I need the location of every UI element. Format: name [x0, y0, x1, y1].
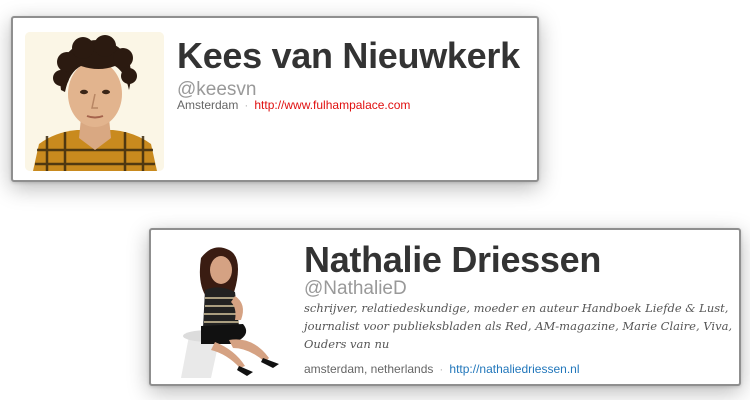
avatar[interactable] — [161, 240, 296, 378]
profile-card-nathalie: Nathalie Driessen @NathalieD schrijver, … — [149, 228, 741, 386]
profile-name: Nathalie Driessen — [304, 239, 602, 280]
avatar[interactable] — [25, 32, 164, 171]
profile-location: Amsterdam — [177, 98, 239, 112]
profile-meta: amsterdam, netherlands · http://nathaliedr… — [304, 363, 580, 375]
profile-name: Kees van Nieuwkerk — [177, 35, 520, 76]
separator-dot: · — [244, 98, 249, 112]
profile-url-link[interactable]: http://www.fulhampalace.com — [254, 98, 410, 112]
profile-meta: Amsterdam · http://www.fulhampalace.com — [177, 99, 410, 111]
profile-url-link[interactable]: http://nathaliedriessen.nl — [449, 362, 579, 376]
profile-card-kees: Kees van Nieuwkerk @keesvn Amsterdam · htt… — [11, 16, 539, 182]
profile-handle: @keesvn — [177, 79, 257, 100]
profile-location: amsterdam, netherlands — [304, 362, 434, 376]
profile-handle: @NathalieD — [304, 278, 407, 299]
avatar-photo — [25, 32, 164, 171]
avatar-photo — [161, 240, 296, 378]
profile-bio: schrijver, relatiedeskundige, moeder en … — [304, 301, 733, 351]
separator-dot: · — [439, 362, 444, 376]
